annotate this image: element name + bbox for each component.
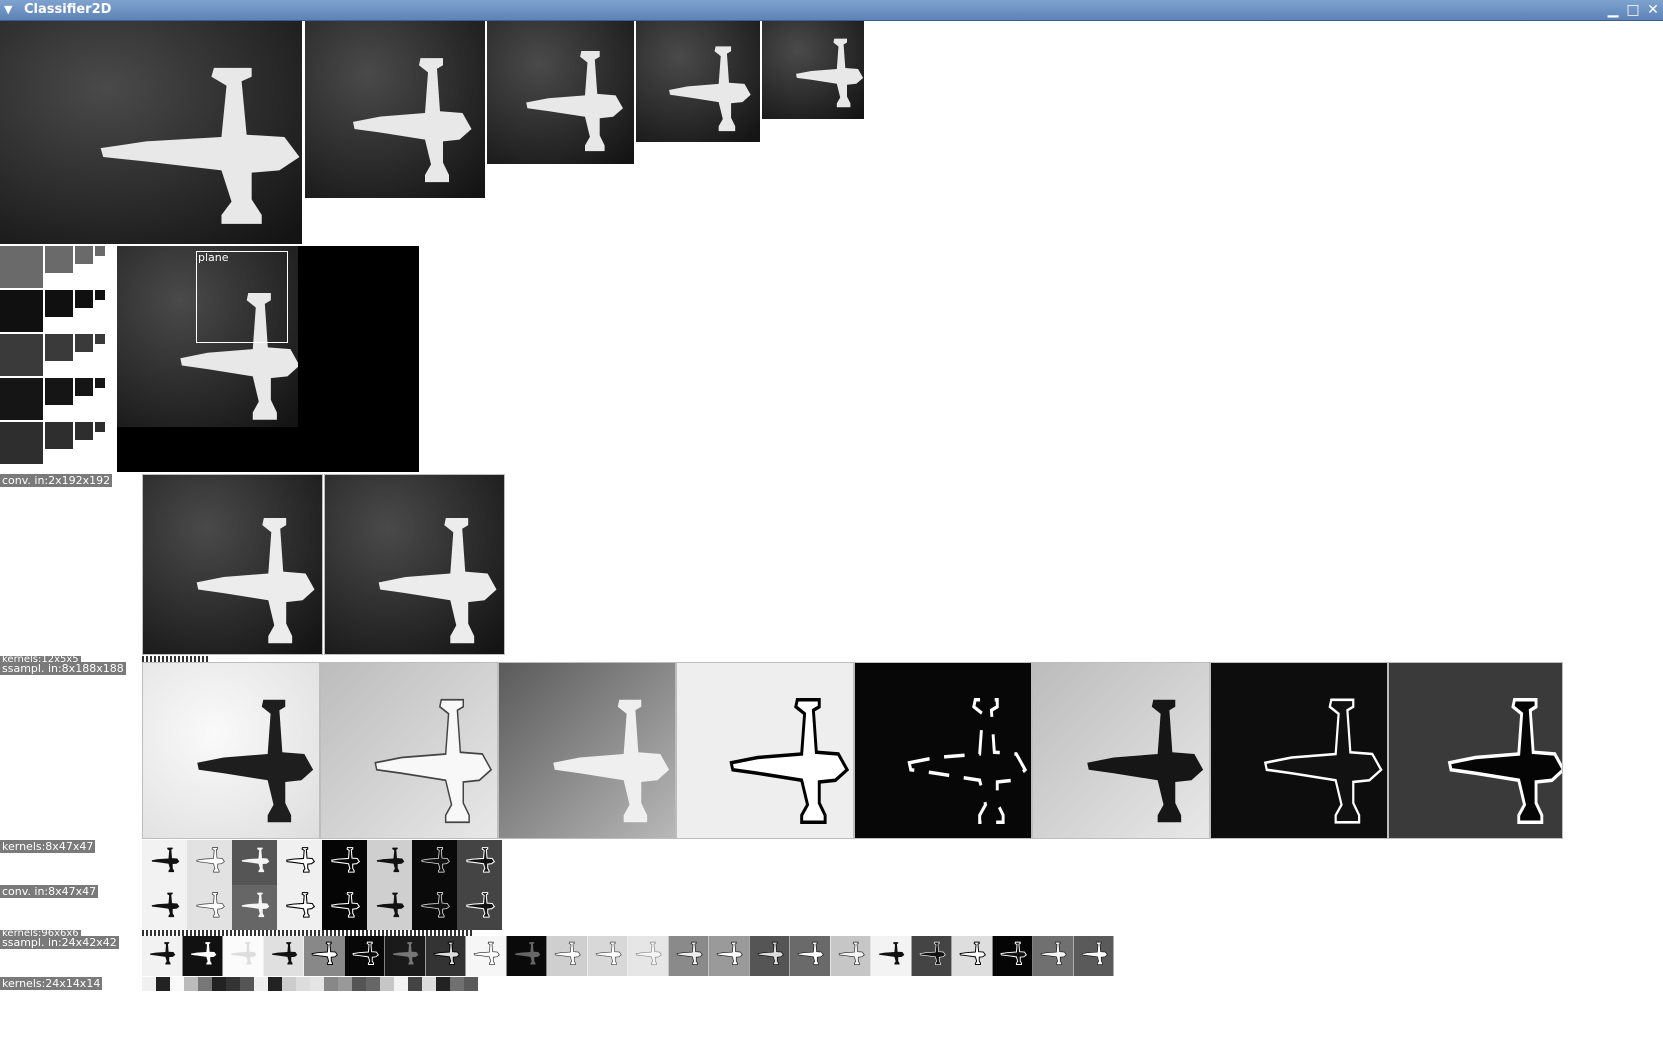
feature-map (854, 662, 1032, 839)
pyramid-image (636, 21, 760, 142)
feature-map (1388, 662, 1563, 839)
layer-label: conv. in:8x47x47 (0, 885, 99, 898)
feature-map (676, 662, 854, 839)
layer-label: kernels:24x14x14 (0, 977, 103, 990)
feature-map (1032, 662, 1210, 839)
feature-map (1210, 662, 1388, 839)
feature-map (142, 662, 320, 839)
layer-label: ssampl. in:24x42x42 (0, 936, 119, 949)
feature-map-grid (0, 246, 112, 466)
feature-map (498, 662, 676, 839)
layer-label: ssampl. in:8x188x188 (0, 662, 126, 675)
kernel-row (142, 977, 481, 991)
pyramid-image (305, 21, 485, 198)
pyramid-image (0, 21, 302, 244)
window-title: Classifier2D (24, 2, 112, 17)
window-menu-icon[interactable]: ▼ (4, 0, 18, 20)
conv-input-map (142, 474, 323, 655)
detection-view: plane (117, 246, 419, 472)
canvas-area: plane conv. in:2x192x192 kernels:12x5x5 … (0, 21, 1663, 1050)
close-icon[interactable]: ✕ (1644, 1, 1662, 19)
title-bar: ▼ Classifier2D ▁ □ ✕ (0, 0, 1663, 21)
pyramid-image (487, 21, 634, 164)
layer-label: kernels:8x47x47 (0, 840, 96, 853)
kernel-row (142, 840, 504, 885)
pyramid-image (762, 21, 864, 119)
conv-input-row (142, 885, 504, 930)
maximize-icon[interactable]: □ (1624, 1, 1642, 19)
layer-label: conv. in:2x192x192 (0, 474, 113, 487)
detection-box (196, 251, 288, 343)
conv-input-map (324, 474, 505, 655)
minimize-icon[interactable]: ▁ (1604, 1, 1622, 19)
subsample-row (142, 936, 1115, 976)
feature-map (320, 662, 498, 839)
detection-label: plane (198, 251, 229, 264)
